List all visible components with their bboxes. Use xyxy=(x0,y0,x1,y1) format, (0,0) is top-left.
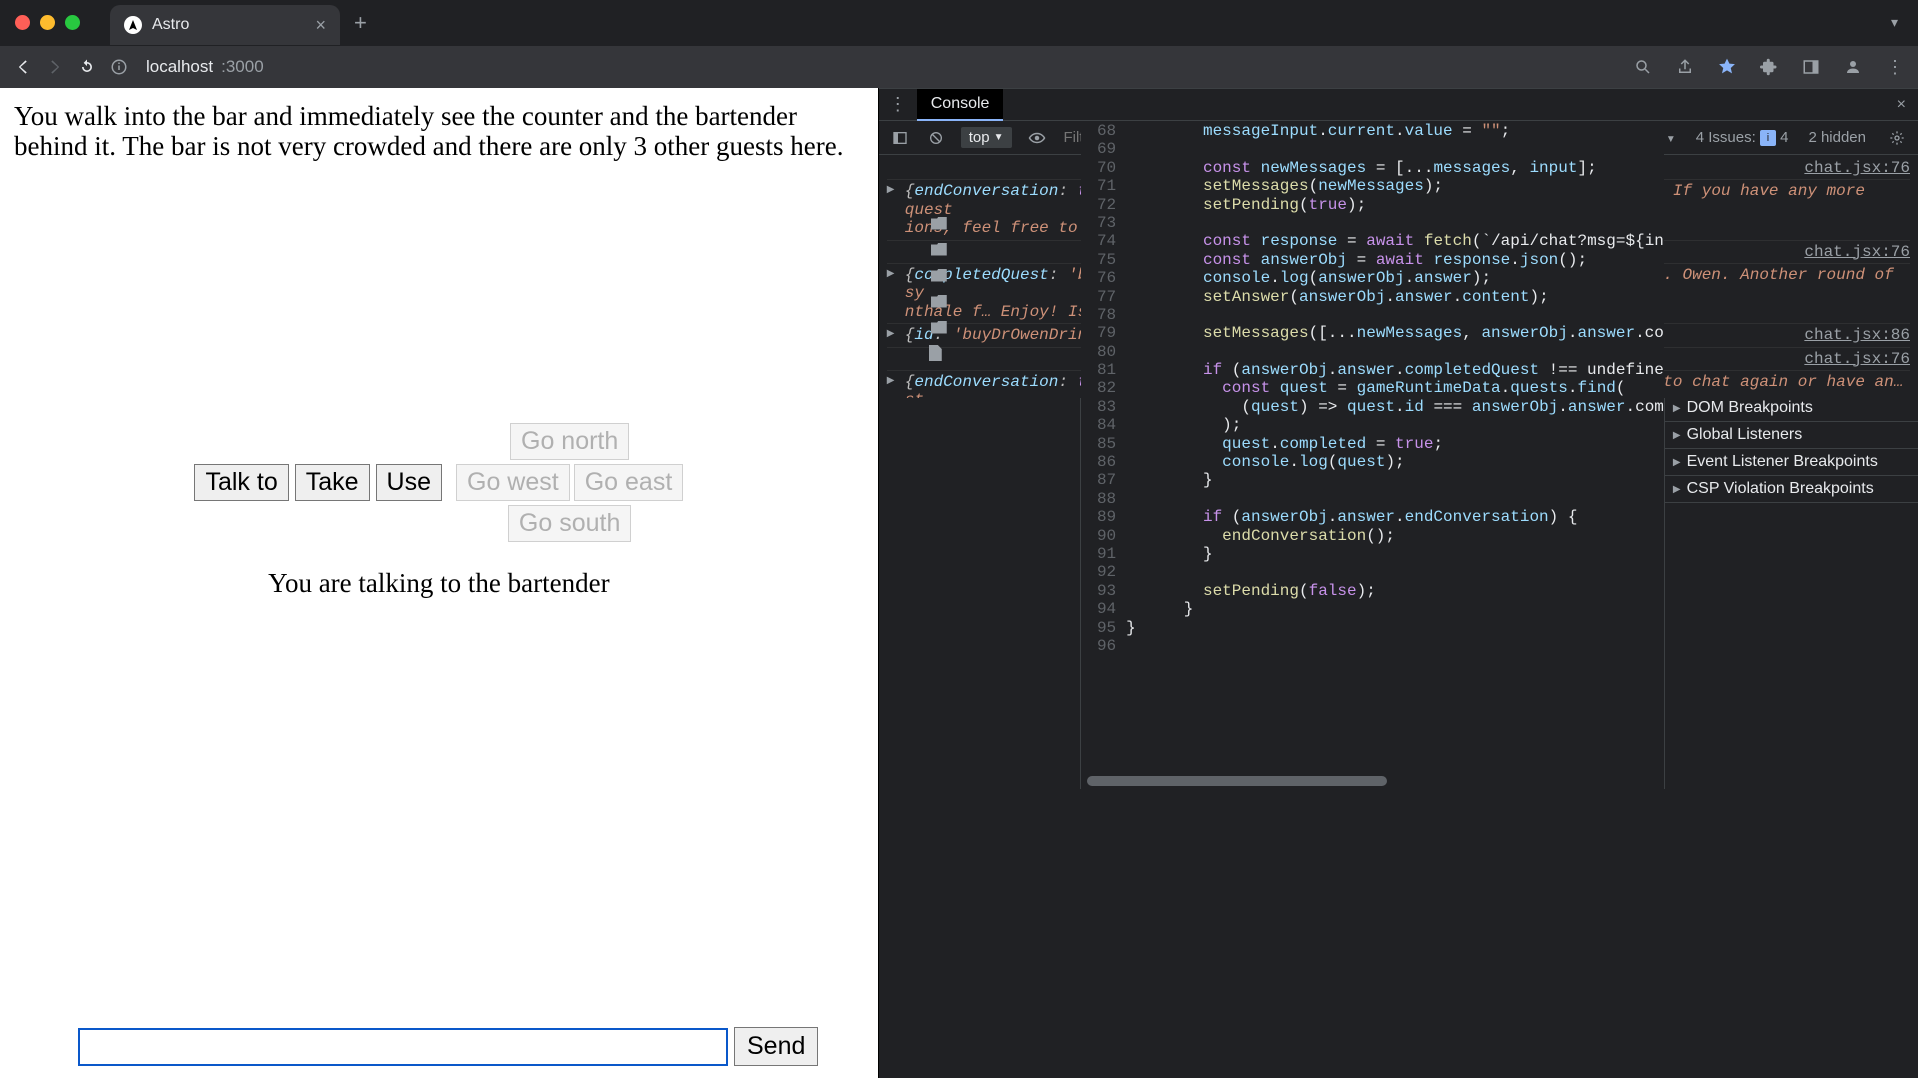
drawer-menu-icon[interactable]: ⋮ xyxy=(879,94,917,115)
browser-toolbar: localhost :3000 ⋮ xyxy=(0,45,1918,88)
address-bar[interactable]: localhost :3000 xyxy=(146,57,264,77)
dom-breakpoints-section[interactable]: ▶DOM Breakpoints xyxy=(1673,399,1918,417)
go-east-button[interactable]: Go east xyxy=(574,464,684,501)
talk-to-button[interactable]: Talk to xyxy=(194,464,288,501)
live-expression-icon[interactable] xyxy=(1026,127,1048,149)
go-south-button[interactable]: Go south xyxy=(508,505,631,542)
window-controls xyxy=(15,15,80,30)
folder-icon xyxy=(931,321,947,334)
bookmark-icon[interactable] xyxy=(1716,56,1738,78)
favicon-icon xyxy=(124,16,142,34)
close-window-icon[interactable] xyxy=(15,15,30,30)
zoom-icon[interactable] xyxy=(1632,56,1654,78)
room-description: You walk into the bar and immediately se… xyxy=(14,102,864,161)
console-source-link[interactable]: chat.jsx:86 xyxy=(1794,326,1910,344)
horizontal-scrollbar[interactable] xyxy=(1087,776,1387,786)
url-host: localhost xyxy=(146,57,213,77)
drawer-tab-console[interactable]: Console xyxy=(917,89,1004,121)
nav-forward-button[interactable] xyxy=(44,56,66,78)
maximize-window-icon[interactable] xyxy=(65,15,80,30)
go-north-button[interactable]: Go north xyxy=(510,423,629,460)
share-icon[interactable] xyxy=(1674,56,1696,78)
chat-input[interactable] xyxy=(78,1028,728,1066)
console-source-link[interactable]: chat.jsx:76 xyxy=(1794,159,1910,177)
issues-summary[interactable]: 4 Issues: i 4 xyxy=(1696,129,1789,146)
tab-title: Astro xyxy=(152,16,189,34)
close-tab-icon[interactable]: × xyxy=(315,15,326,36)
chrome-menu-icon[interactable]: ⋮ xyxy=(1884,56,1906,78)
action-controls: Talk to Take Use Go north Go west Go eas… xyxy=(194,423,683,542)
new-tab-button[interactable]: + xyxy=(354,10,367,36)
browser-tabstrip: Astro × + ▾ xyxy=(0,0,1918,45)
file-icon xyxy=(929,345,942,361)
use-button[interactable]: Use xyxy=(376,464,442,501)
tabs-overflow-icon[interactable]: ▾ xyxy=(1891,14,1898,31)
extensions-icon[interactable] xyxy=(1758,56,1780,78)
hidden-count[interactable]: 2 hidden xyxy=(1808,129,1866,146)
chat-bar: Send xyxy=(78,1027,818,1066)
folder-icon xyxy=(931,295,947,308)
console-sidebar-icon[interactable] xyxy=(889,127,911,149)
reload-button[interactable] xyxy=(76,56,98,78)
console-context-selector[interactable]: top ▼ xyxy=(961,127,1012,148)
send-button[interactable]: Send xyxy=(734,1027,818,1066)
minimize-window-icon[interactable] xyxy=(40,15,55,30)
webpage-viewport: You walk into the bar and immediately se… xyxy=(0,88,878,1078)
console-clear-icon[interactable] xyxy=(925,127,947,149)
event-breakpoints-section[interactable]: ▶Event Listener Breakpoints xyxy=(1673,453,1918,471)
drawer-close-icon[interactable]: × xyxy=(1885,96,1918,114)
sidepanel-icon[interactable] xyxy=(1800,56,1822,78)
console-settings-icon[interactable] xyxy=(1886,127,1908,149)
console-source-link[interactable]: chat.jsx:76 xyxy=(1794,350,1910,368)
folder-icon xyxy=(931,269,947,282)
take-button[interactable]: Take xyxy=(295,464,370,501)
csp-breakpoints-section[interactable]: ▶CSP Violation Breakpoints xyxy=(1673,480,1918,498)
go-west-button[interactable]: Go west xyxy=(456,464,570,501)
console-source-link[interactable]: chat.jsx:76 xyxy=(1794,243,1910,261)
talking-to-label: You are talking to the bartender xyxy=(268,568,609,599)
profile-icon[interactable] xyxy=(1842,56,1864,78)
browser-tab-astro[interactable]: Astro × xyxy=(110,5,340,45)
global-listeners-section[interactable]: ▶Global Listeners xyxy=(1673,426,1918,444)
code-editor[interactable]: 68 messageInput.current.value = "";6970 … xyxy=(1081,122,1664,789)
url-path: :3000 xyxy=(221,57,264,77)
site-info-icon[interactable] xyxy=(108,56,130,78)
nav-back-button[interactable] xyxy=(12,56,34,78)
